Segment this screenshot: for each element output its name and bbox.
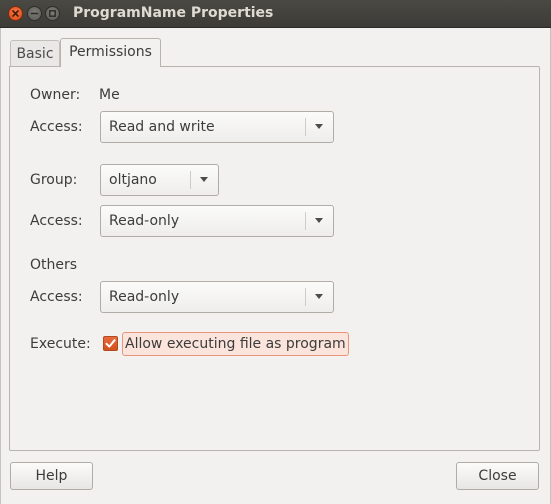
window-title: ProgramName Properties xyxy=(73,5,274,21)
others-label: Others xyxy=(30,257,78,273)
minimize-window-button[interactable] xyxy=(27,6,42,21)
combo-separator xyxy=(305,288,306,306)
tab-permissions[interactable]: Permissions xyxy=(60,38,161,67)
properties-dialog: ProgramName Properties Basic Permissions… xyxy=(0,0,551,504)
execute-checkbox-label[interactable]: Allow executing file as program xyxy=(122,332,349,356)
maximize-icon xyxy=(49,10,56,17)
chevron-down-icon xyxy=(200,177,208,182)
group-label: Group: xyxy=(30,172,78,188)
combo-separator xyxy=(305,212,306,230)
owner-access-label: Access: xyxy=(30,119,83,135)
close-button[interactable]: Close xyxy=(456,462,539,490)
group-access-combo[interactable]: Read-only xyxy=(100,205,334,237)
owner-value: Me xyxy=(99,87,120,103)
group-access-value: Read-only xyxy=(109,213,180,229)
group-access-label: Access: xyxy=(30,213,83,229)
others-access-label: Access: xyxy=(30,289,83,305)
others-access-value: Read-only xyxy=(109,289,180,305)
combo-separator xyxy=(190,171,191,189)
owner-access-combo[interactable]: Read and write xyxy=(100,111,334,143)
title-bar: ProgramName Properties xyxy=(0,0,551,28)
execute-checkbox[interactable] xyxy=(103,336,118,351)
tab-basic[interactable]: Basic xyxy=(10,40,60,66)
execute-label: Execute: xyxy=(30,336,91,352)
chevron-down-icon xyxy=(315,218,323,223)
close-icon xyxy=(12,10,19,17)
owner-label: Owner: xyxy=(30,87,81,103)
group-combo[interactable]: oltjano xyxy=(100,164,219,196)
close-window-button[interactable] xyxy=(8,6,23,21)
chevron-down-icon xyxy=(315,124,323,129)
maximize-window-button[interactable] xyxy=(45,6,60,21)
help-button[interactable]: Help xyxy=(10,462,93,490)
chevron-down-icon xyxy=(315,294,323,299)
group-value: oltjano xyxy=(109,172,157,188)
minimize-icon xyxy=(30,12,39,15)
others-access-combo[interactable]: Read-only xyxy=(100,281,334,313)
owner-access-value: Read and write xyxy=(109,119,215,135)
checkmark-icon xyxy=(105,339,116,348)
combo-separator xyxy=(305,118,306,136)
